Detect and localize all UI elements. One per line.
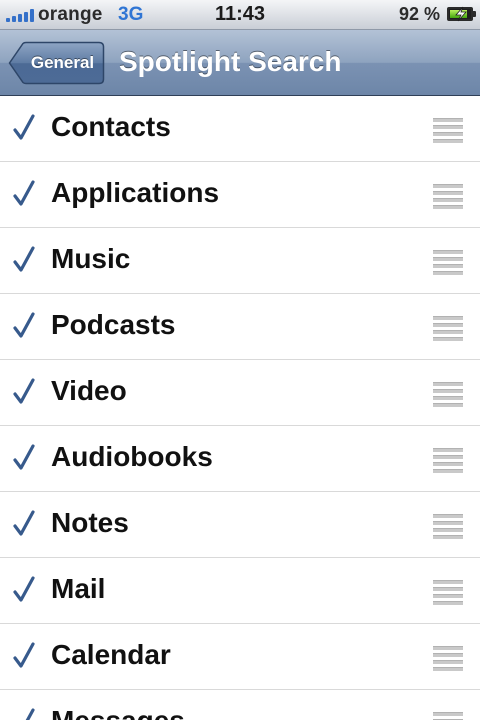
- battery-icon: [447, 6, 476, 22]
- reorder-handle-icon[interactable]: [433, 118, 463, 143]
- back-button-general[interactable]: General: [8, 41, 105, 85]
- list-item-label: Music: [51, 243, 131, 274]
- reorder-handle-icon[interactable]: [433, 184, 463, 209]
- list-item-label: Audiobooks: [51, 441, 213, 472]
- list-item-notes[interactable]: Notes: [0, 492, 480, 558]
- list-item-applications[interactable]: Applications: [0, 162, 480, 228]
- list-item-music[interactable]: Music: [0, 228, 480, 294]
- list-item-audiobooks[interactable]: Audiobooks: [0, 426, 480, 492]
- navigation-bar: General Spotlight Search: [0, 30, 480, 96]
- list-item-label: Podcasts: [51, 309, 176, 340]
- list-item-label: Calendar: [51, 639, 171, 670]
- list-item-label: Applications: [51, 177, 220, 208]
- reorder-handle-icon[interactable]: [433, 646, 463, 671]
- checkmark-icon: [13, 246, 35, 272]
- status-bar: orange 3G 11:43 92 %: [0, 0, 480, 30]
- list-item-podcasts[interactable]: Podcasts: [0, 294, 480, 360]
- reorder-handle-icon[interactable]: [433, 382, 463, 407]
- checkmark-icon: [13, 312, 35, 338]
- checkmark-icon: [13, 180, 35, 206]
- reorder-handle-icon[interactable]: [433, 514, 463, 539]
- battery-percentage: 92 %: [398, 4, 440, 24]
- list-item-video[interactable]: Video: [0, 360, 480, 426]
- checkmark-icon: [13, 510, 35, 536]
- spotlight-search-list: Contacts Applications Music Podcasts Vid…: [0, 96, 480, 720]
- list-item-mail[interactable]: Mail: [0, 558, 480, 624]
- reorder-handle-icon[interactable]: [433, 580, 463, 605]
- list-item-label: Messages: [51, 705, 185, 720]
- checkmark-icon: [25, 708, 35, 720]
- list-item-calendar[interactable]: Calendar: [0, 624, 480, 690]
- list-item-contacts[interactable]: Contacts: [0, 96, 480, 162]
- reorder-handle-icon[interactable]: [433, 448, 463, 473]
- checkmark-icon: [13, 114, 35, 140]
- page-title: Spotlight Search: [119, 46, 342, 77]
- reorder-handle-icon[interactable]: [433, 712, 463, 720]
- list-item-label: Mail: [51, 573, 106, 604]
- charging-bolt-icon: [455, 6, 467, 22]
- reorder-handle-icon[interactable]: [433, 316, 463, 341]
- checkmark-icon: [13, 576, 35, 602]
- reorder-handle-icon[interactable]: [433, 250, 463, 275]
- list-item-label: Notes: [51, 507, 129, 538]
- checkmark-icon: [13, 642, 35, 668]
- list-item-label: Video: [51, 375, 127, 406]
- back-button-label: General: [30, 53, 95, 72]
- checkmark-icon: [13, 378, 35, 404]
- list-item-label: Contacts: [51, 111, 171, 142]
- checkmark-icon: [13, 444, 35, 470]
- list-item-messages[interactable]: Messages: [0, 690, 480, 720]
- spotlight-search-screen: orange 3G 11:43 92 % General Spotlight S…: [0, 0, 480, 720]
